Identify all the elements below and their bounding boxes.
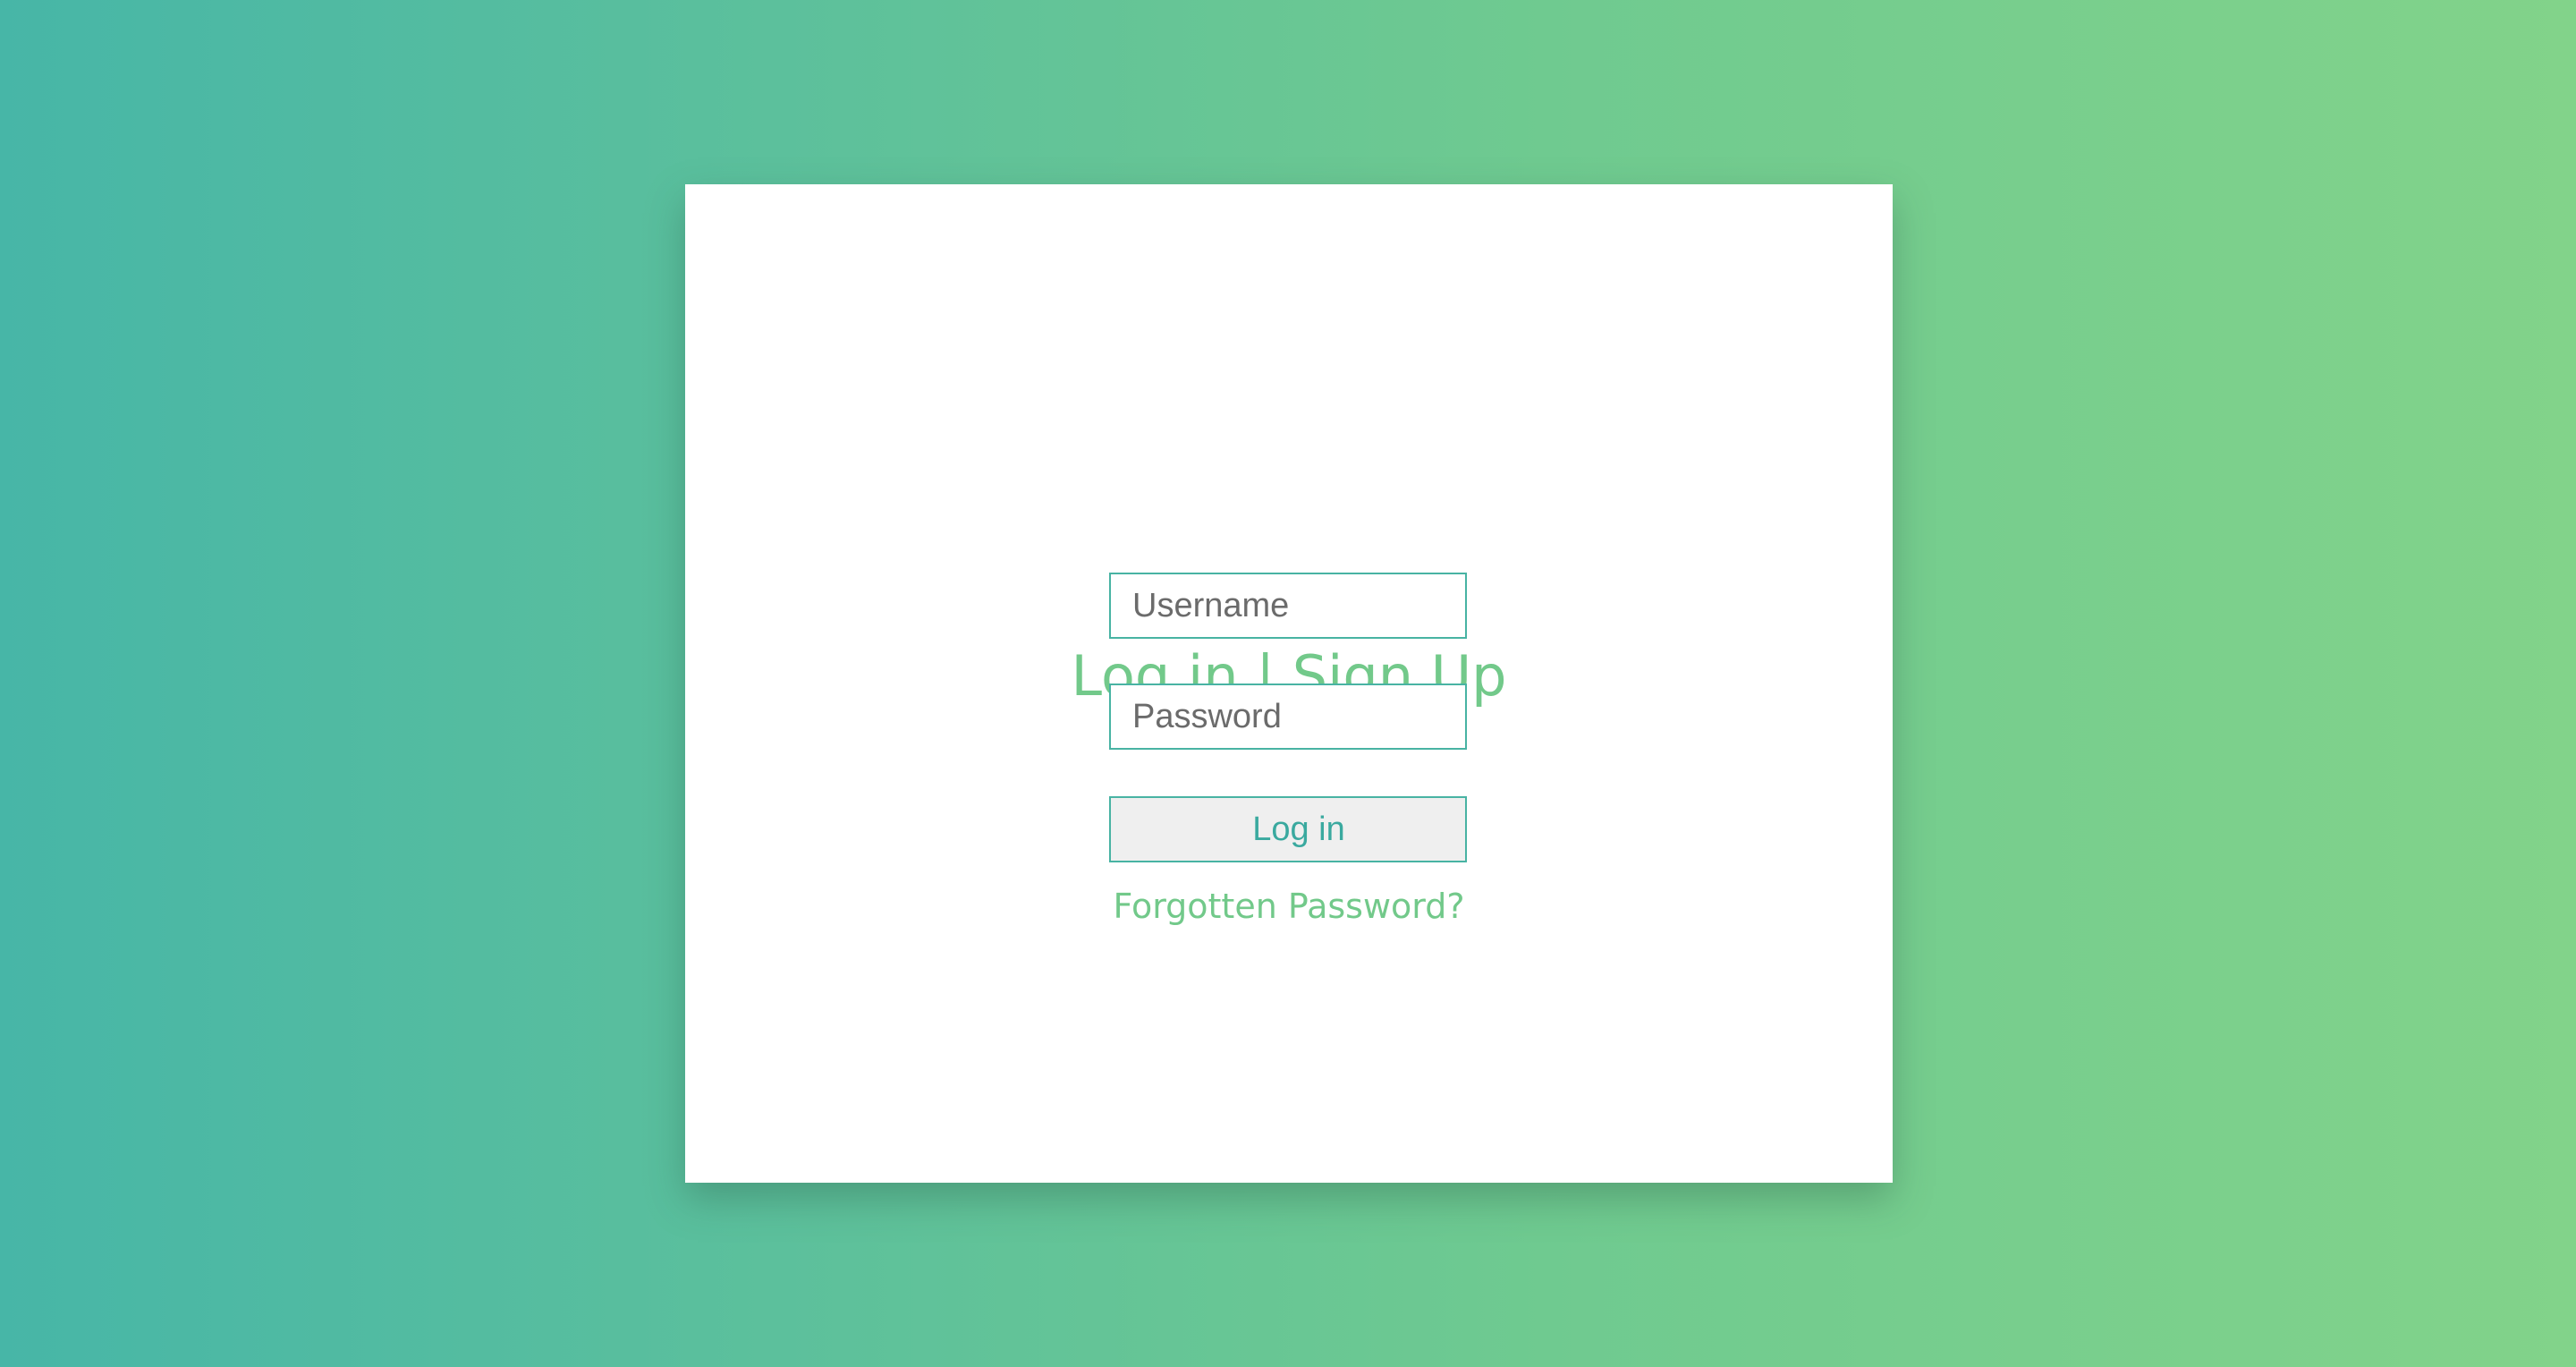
page-background: Log in | Sign Up Log in Forgotten Passwo… — [0, 0, 2576, 1367]
username-input[interactable] — [1109, 573, 1467, 639]
password-input[interactable] — [1109, 684, 1467, 750]
login-card: Log in | Sign Up Log in Forgotten Passwo… — [685, 184, 1893, 1183]
login-button[interactable]: Log in — [1109, 796, 1467, 862]
login-form: Log in | Sign Up Log in Forgotten Passwo… — [685, 184, 1893, 1183]
forgot-password-link[interactable]: Forgotten Password? — [685, 884, 1893, 929]
